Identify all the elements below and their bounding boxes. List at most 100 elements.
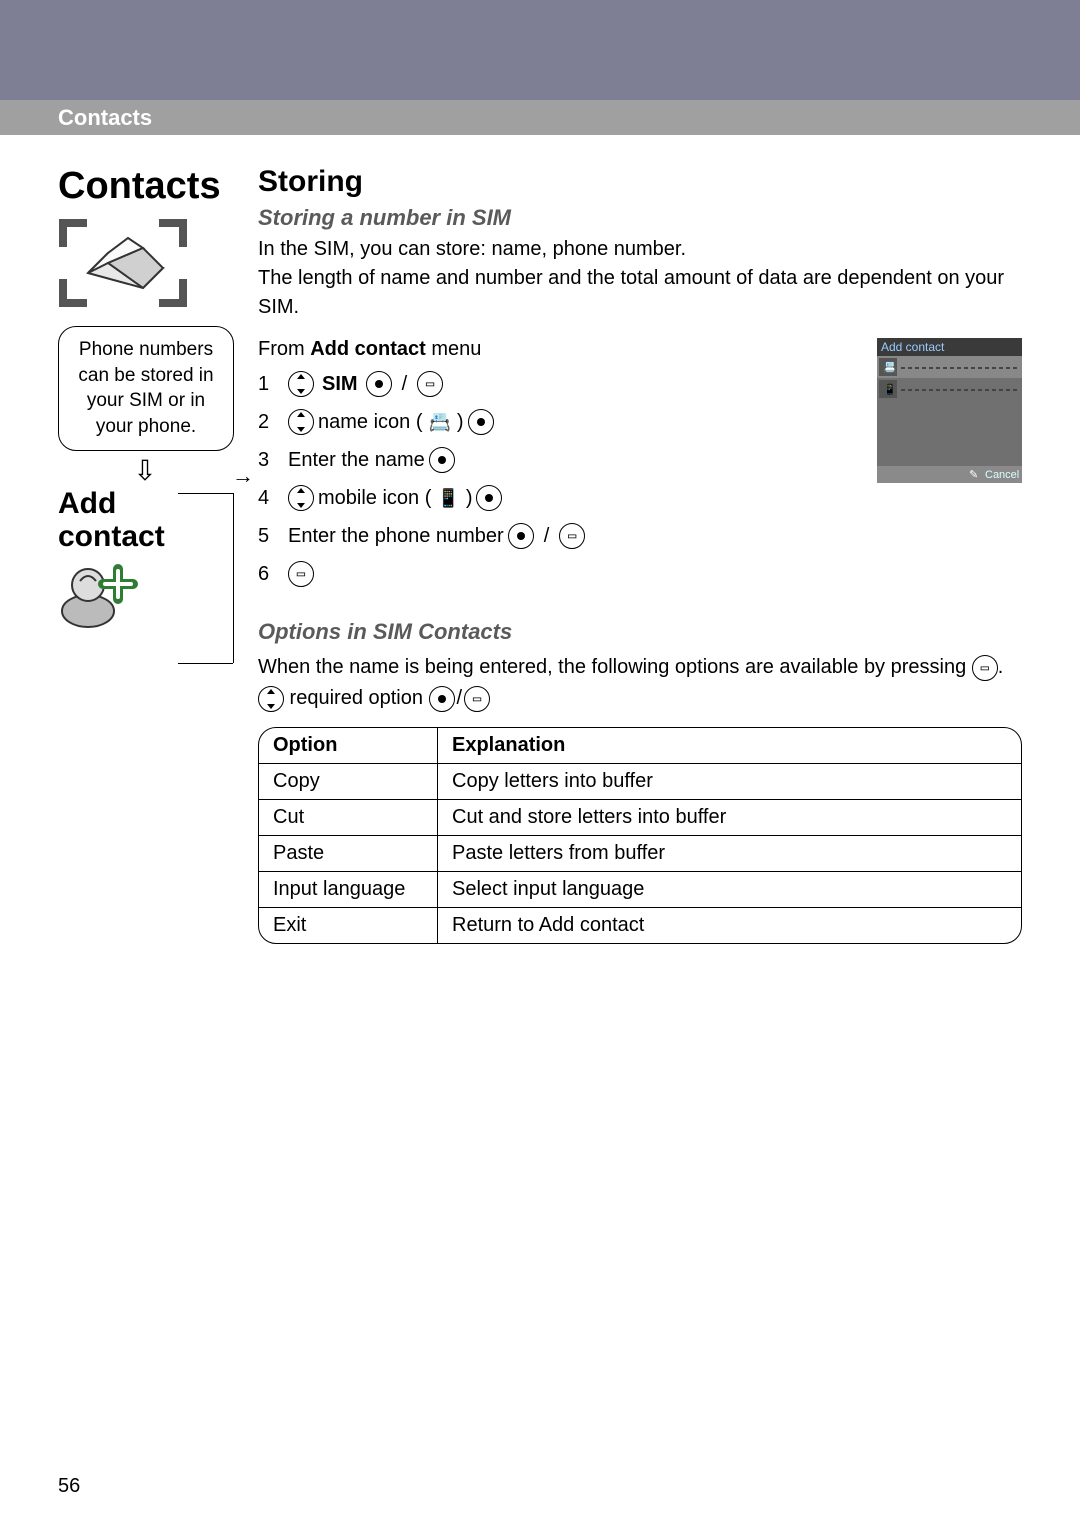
slash: / [400,365,410,403]
connector-arrow-icon: → [232,463,254,489]
add-line2: contact [58,520,165,553]
step-content: ▭ [288,561,314,587]
step-content: SIM / ▭ [288,365,443,403]
cell-option: Exit [259,907,438,943]
step-text-bold: SIM [322,365,358,403]
add-line1: Add [58,487,116,520]
step-number: 3 [258,441,280,479]
select-key-icon [429,447,455,473]
step-number: 6 [258,555,280,593]
cell-option: Input language [259,871,438,907]
step-item: 4 mobile icon ( 📱 ) [258,479,1022,517]
select-key-icon [366,371,392,397]
th-option: Option [259,728,438,763]
step-number: 2 [258,403,280,441]
options-line2: required option /▭ [258,684,1022,713]
cell-explanation: Paste letters from buffer [438,835,1021,871]
nav-key-icon [288,409,314,435]
subheading-options: Options in SIM Contacts [258,619,1022,645]
cell-option: Paste [259,835,438,871]
th-explanation: Explanation [438,728,1021,763]
menu-key-icon: ▭ [464,686,490,712]
select-key-icon [429,686,455,712]
slash: / [455,687,465,709]
step-text: name icon ( [318,403,423,441]
table-row: Input languageSelect input language [259,871,1021,907]
connector-horiz-bottom [178,663,233,664]
breadcrumb: Contacts [58,105,152,131]
step-number: 4 [258,479,280,517]
table-row: CopyCopy letters into buffer [259,763,1021,799]
left-column: Contacts Phone numbers can be stored in … [58,165,238,629]
sim-paragraph-1: In the SIM, you can store: name, phone n… [258,235,1022,264]
table-row: PastePaste letters from buffer [259,835,1021,871]
cell-explanation: Return to Add contact [438,907,1021,943]
name-glyph-icon: 📇 [427,405,453,439]
phone-softkey-right: Cancel [985,469,1019,481]
table-header-row: Option Explanation [259,728,1021,763]
top-band [0,0,1080,100]
menu-key-icon: ▭ [972,655,998,681]
cell-explanation: Select input language [438,871,1021,907]
cell-explanation: Copy letters into buffer [438,763,1021,799]
slash: / [542,517,552,555]
options-paragraph: When the name is being entered, the foll… [258,653,1022,682]
side-note: Phone numbers can be stored in your SIM … [58,326,234,451]
add-contact-icon [58,559,138,629]
cell-explanation: Cut and store letters into buffer [438,799,1021,835]
step-content: mobile icon ( 📱 ) [288,479,502,517]
page-body: Contacts Phone numbers can be stored in … [0,135,1080,1528]
svg-text:✎: ✎ [969,469,978,481]
step-number: 1 [258,365,280,403]
menu-key-icon: ▭ [288,561,314,587]
step-text: ) [466,479,473,517]
contacts-icon [58,218,188,308]
table-row: CutCut and store letters into buffer [259,799,1021,835]
connector-horiz-top [178,493,233,494]
step-number: 5 [258,517,280,555]
page-number: 56 [58,1475,80,1498]
step-text: ) [457,403,464,441]
step-text: mobile icon ( [318,479,431,517]
phone-screenshot: Add contact 📇 📱 ✎ Cancel [877,338,1022,483]
from-prefix: From [258,338,310,360]
cell-option: Cut [259,799,438,835]
svg-text:📇: 📇 [883,361,897,374]
step-item: 5Enter the phone number / ▭ [258,517,1022,555]
select-key-icon [508,523,534,549]
options-p-prefix: When the name is being entered, the foll… [258,656,972,678]
nav-key-icon [258,686,284,712]
nav-key-icon [288,371,314,397]
table-row: ExitReturn to Add contact [259,907,1021,943]
section-header: Contacts [0,100,1080,135]
down-arrow-icon: ⇩ [58,457,232,485]
step-content: Enter the name [288,441,455,479]
connector-vert [233,493,234,663]
menu-key-icon: ▭ [417,371,443,397]
step-text: Enter the name [288,441,425,479]
phone-title: Add contact [881,340,945,354]
add-contact-heading: Add contact [58,487,238,553]
options-p-suffix: . [998,656,1004,678]
select-key-icon [468,409,494,435]
cell-option: Copy [259,763,438,799]
nav-key-icon [288,485,314,511]
options-table: Option Explanation CopyCopy letters into… [258,727,1022,944]
menu-key-icon: ▭ [559,523,585,549]
subheading-sim: Storing a number in SIM [258,205,1022,231]
step-item: 6▭ [258,555,1022,593]
options-line2-mid: required option [284,687,429,709]
steps-block: Add contact 📇 📱 ✎ Cancel From Add contac… [258,338,1022,593]
section-h2: Storing [258,165,1022,199]
step-content: Enter the phone number / ▭ [288,517,585,555]
page-title: Contacts [58,165,238,208]
step-content: name icon (📇) [288,403,494,441]
select-key-icon [476,485,502,511]
mobile-glyph-icon: 📱 [435,481,461,515]
step-text: Enter the phone number [288,517,504,555]
main-column: Storing Storing a number in SIM In the S… [258,165,1022,944]
from-suffix: menu [426,338,482,360]
from-bold: Add contact [310,338,426,360]
sim-paragraph-2: The length of name and number and the to… [258,264,1022,322]
svg-text:📱: 📱 [883,383,897,396]
